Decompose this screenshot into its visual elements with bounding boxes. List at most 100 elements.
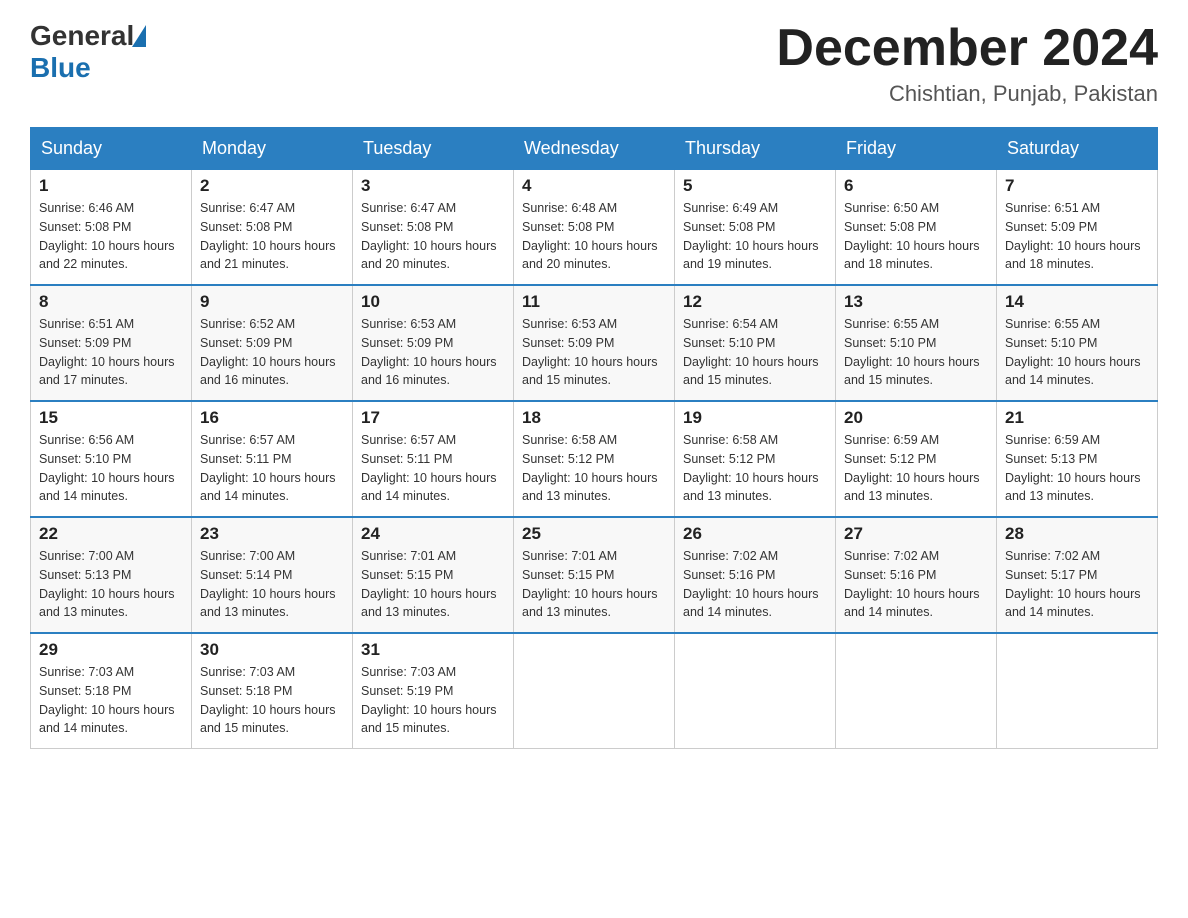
day-info: Sunrise: 6:47 AMSunset: 5:08 PMDaylight:… [200,199,344,274]
calendar-week-row: 8Sunrise: 6:51 AMSunset: 5:09 PMDaylight… [31,285,1158,401]
calendar-day-cell: 24Sunrise: 7:01 AMSunset: 5:15 PMDayligh… [353,517,514,633]
day-info: Sunrise: 6:50 AMSunset: 5:08 PMDaylight:… [844,199,988,274]
day-number: 7 [1005,176,1149,196]
day-number: 1 [39,176,183,196]
weekday-header-row: SundayMondayTuesdayWednesdayThursdayFrid… [31,128,1158,170]
calendar-day-cell: 17Sunrise: 6:57 AMSunset: 5:11 PMDayligh… [353,401,514,517]
weekday-header-sunday: Sunday [31,128,192,170]
calendar-day-cell: 23Sunrise: 7:00 AMSunset: 5:14 PMDayligh… [192,517,353,633]
calendar-day-cell: 25Sunrise: 7:01 AMSunset: 5:15 PMDayligh… [514,517,675,633]
day-number: 16 [200,408,344,428]
calendar-day-cell [514,633,675,749]
day-number: 4 [522,176,666,196]
calendar-day-cell: 19 Sunrise: 6:58 AMSunset: 5:12 PMDayligh… [675,401,836,517]
weekday-header-friday: Friday [836,128,997,170]
day-number: 21 [1005,408,1149,428]
day-info: Sunrise: 6:46 AMSunset: 5:08 PMDaylight:… [39,199,183,274]
day-info: Sunrise: 6:49 AMSunset: 5:08 PMDaylight:… [683,199,827,274]
calendar-day-cell [675,633,836,749]
calendar-day-cell: 12 Sunrise: 6:54 AMSunset: 5:10 PMDayligh… [675,285,836,401]
day-info: Sunrise: 7:00 AMSunset: 5:13 PMDaylight:… [39,547,183,622]
calendar-week-row: 22 Sunrise: 7:00 AMSunset: 5:13 PMDayligh… [31,517,1158,633]
calendar-day-cell [997,633,1158,749]
day-info: Sunrise: 6:56 AMSunset: 5:10 PMDaylight:… [39,431,183,506]
day-info: Sunrise: 7:03 AMSunset: 5:19 PMDaylight:… [361,663,505,738]
day-number: 31 [361,640,505,660]
day-number: 17 [361,408,505,428]
calendar-day-cell: 5 Sunrise: 6:49 AMSunset: 5:08 PMDaylight… [675,170,836,286]
day-info: Sunrise: 6:51 AMSunset: 5:09 PMDaylight:… [1005,199,1149,274]
day-info: Sunrise: 6:47 AMSunset: 5:08 PMDaylight:… [361,199,505,274]
day-info: Sunrise: 6:57 AMSunset: 5:11 PMDaylight:… [200,431,344,506]
weekday-header-tuesday: Tuesday [353,128,514,170]
day-number: 14 [1005,292,1149,312]
day-number: 28 [1005,524,1149,544]
day-info: Sunrise: 6:55 AMSunset: 5:10 PMDaylight:… [844,315,988,390]
calendar-day-cell: 1 Sunrise: 6:46 AMSunset: 5:08 PMDaylight… [31,170,192,286]
day-number: 27 [844,524,988,544]
calendar-day-cell: 29Sunrise: 7:03 AMSunset: 5:18 PMDayligh… [31,633,192,749]
day-number: 11 [522,292,666,312]
calendar-day-cell: 16 Sunrise: 6:57 AMSunset: 5:11 PMDayligh… [192,401,353,517]
day-info: Sunrise: 7:01 AMSunset: 5:15 PMDaylight:… [522,547,666,622]
calendar-day-cell: 26 Sunrise: 7:02 AMSunset: 5:16 PMDayligh… [675,517,836,633]
calendar-week-row: 1 Sunrise: 6:46 AMSunset: 5:08 PMDaylight… [31,170,1158,286]
calendar-subtitle: Chishtian, Punjab, Pakistan [776,81,1158,107]
day-info: Sunrise: 7:00 AMSunset: 5:14 PMDaylight:… [200,547,344,622]
day-info: Sunrise: 6:48 AMSunset: 5:08 PMDaylight:… [522,199,666,274]
day-number: 12 [683,292,827,312]
calendar-day-cell: 20 Sunrise: 6:59 AMSunset: 5:12 PMDayligh… [836,401,997,517]
day-number: 13 [844,292,988,312]
calendar-day-cell: 31 Sunrise: 7:03 AMSunset: 5:19 PMDayligh… [353,633,514,749]
day-number: 20 [844,408,988,428]
calendar-week-row: 15 Sunrise: 6:56 AMSunset: 5:10 PMDayligh… [31,401,1158,517]
day-number: 18 [522,408,666,428]
logo-general-text: General [30,20,134,52]
calendar-day-cell: 21Sunrise: 6:59 AMSunset: 5:13 PMDayligh… [997,401,1158,517]
calendar-title: December 2024 [776,20,1158,77]
weekday-header-wednesday: Wednesday [514,128,675,170]
day-info: Sunrise: 7:03 AMSunset: 5:18 PMDaylight:… [39,663,183,738]
title-section: December 2024 Chishtian, Punjab, Pakista… [776,20,1158,107]
calendar-week-row: 29Sunrise: 7:03 AMSunset: 5:18 PMDayligh… [31,633,1158,749]
calendar-day-cell: 10 Sunrise: 6:53 AMSunset: 5:09 PMDayligh… [353,285,514,401]
day-info: Sunrise: 7:02 AMSunset: 5:16 PMDaylight:… [844,547,988,622]
logo: General Blue [30,20,146,84]
day-info: Sunrise: 7:02 AMSunset: 5:17 PMDaylight:… [1005,547,1149,622]
day-info: Sunrise: 6:52 AMSunset: 5:09 PMDaylight:… [200,315,344,390]
calendar-day-cell: 28 Sunrise: 7:02 AMSunset: 5:17 PMDayligh… [997,517,1158,633]
calendar-day-cell: 4 Sunrise: 6:48 AMSunset: 5:08 PMDaylight… [514,170,675,286]
calendar-day-cell: 14 Sunrise: 6:55 AMSunset: 5:10 PMDayligh… [997,285,1158,401]
calendar-table: SundayMondayTuesdayWednesdayThursdayFrid… [30,127,1158,749]
logo-triangle-icon [132,25,146,47]
calendar-day-cell [836,633,997,749]
weekday-header-monday: Monday [192,128,353,170]
day-info: Sunrise: 7:03 AMSunset: 5:18 PMDaylight:… [200,663,344,738]
calendar-day-cell: 30 Sunrise: 7:03 AMSunset: 5:18 PMDayligh… [192,633,353,749]
day-number: 5 [683,176,827,196]
day-info: Sunrise: 7:02 AMSunset: 5:16 PMDaylight:… [683,547,827,622]
weekday-header-saturday: Saturday [997,128,1158,170]
weekday-header-thursday: Thursday [675,128,836,170]
calendar-day-cell: 3 Sunrise: 6:47 AMSunset: 5:08 PMDaylight… [353,170,514,286]
logo-blue-text: Blue [30,52,146,84]
day-info: Sunrise: 6:59 AMSunset: 5:12 PMDaylight:… [844,431,988,506]
calendar-day-cell: 9Sunrise: 6:52 AMSunset: 5:09 PMDaylight… [192,285,353,401]
day-info: Sunrise: 6:54 AMSunset: 5:10 PMDaylight:… [683,315,827,390]
day-number: 19 [683,408,827,428]
day-number: 3 [361,176,505,196]
day-number: 15 [39,408,183,428]
day-number: 22 [39,524,183,544]
calendar-day-cell: 7 Sunrise: 6:51 AMSunset: 5:09 PMDaylight… [997,170,1158,286]
calendar-day-cell: 6Sunrise: 6:50 AMSunset: 5:08 PMDaylight… [836,170,997,286]
calendar-day-cell: 27 Sunrise: 7:02 AMSunset: 5:16 PMDayligh… [836,517,997,633]
day-number: 10 [361,292,505,312]
day-info: Sunrise: 6:55 AMSunset: 5:10 PMDaylight:… [1005,315,1149,390]
calendar-day-cell: 22 Sunrise: 7:00 AMSunset: 5:13 PMDayligh… [31,517,192,633]
day-info: Sunrise: 6:58 AMSunset: 5:12 PMDaylight:… [683,431,827,506]
day-number: 24 [361,524,505,544]
calendar-day-cell: 11Sunrise: 6:53 AMSunset: 5:09 PMDayligh… [514,285,675,401]
day-info: Sunrise: 6:53 AMSunset: 5:09 PMDaylight:… [361,315,505,390]
day-number: 30 [200,640,344,660]
day-number: 26 [683,524,827,544]
